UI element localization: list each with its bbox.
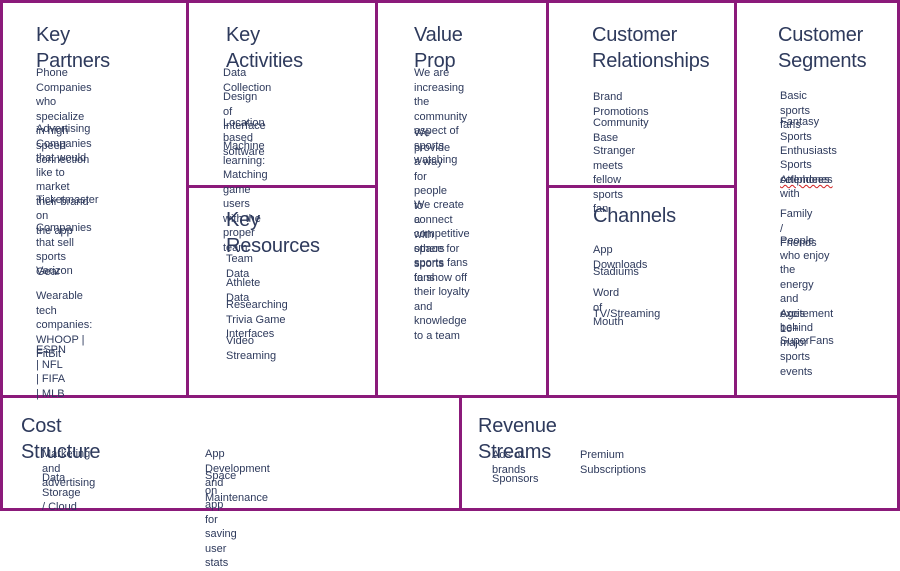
divider-cost-revenue	[459, 396, 462, 510]
divider-col-4	[734, 0, 737, 397]
customer-relationships-item: Community Base	[593, 117, 649, 144]
border-left	[0, 0, 3, 511]
customer-relationships-item: Brand Promotions	[593, 91, 649, 118]
divider-row	[0, 395, 900, 398]
key-partners-item: Verizon	[36, 265, 73, 277]
key-partners-item: Ticketmaster	[36, 194, 99, 206]
channels-title: Channels	[593, 205, 676, 227]
divider-col-2	[375, 0, 378, 397]
key-resources-item: Video Streaming	[226, 335, 277, 362]
divider-col-3	[546, 0, 549, 397]
business-model-canvas: Key Partners Phone Companies who special…	[0, 0, 900, 569]
customer-segments-item: Fantasy Sports Enthusiasts	[780, 116, 837, 157]
customer-segments-item: cellphones	[780, 174, 833, 186]
channels-item: TV/Streaming	[593, 308, 661, 320]
customer-segments-item: Ages 16+	[780, 308, 806, 335]
key-partners-item: ESPN | NFL | FIFA | MLB	[36, 344, 66, 400]
border-top	[0, 0, 900, 3]
divider-relationships-channels	[548, 185, 736, 188]
revenue-streams-item: Premium Subscriptions	[580, 449, 647, 476]
channels-item: Stadiums	[593, 266, 639, 278]
customer-segments-title: Customer Segments	[778, 24, 867, 72]
cost-structure-item: Space on app for saving user stats	[205, 470, 237, 569]
cost-structure-item: Data Storage / Cloud	[42, 472, 81, 513]
value-prop-item: We create a competitive space for sports…	[414, 199, 470, 342]
revenue-streams-item: Sponsors	[492, 473, 539, 485]
divider-col-1	[186, 0, 189, 397]
divider-activities-resources	[187, 185, 377, 188]
customer-segments-item: SuperFans	[780, 335, 834, 347]
customer-relationships-title: Customer Relationships	[592, 24, 710, 72]
